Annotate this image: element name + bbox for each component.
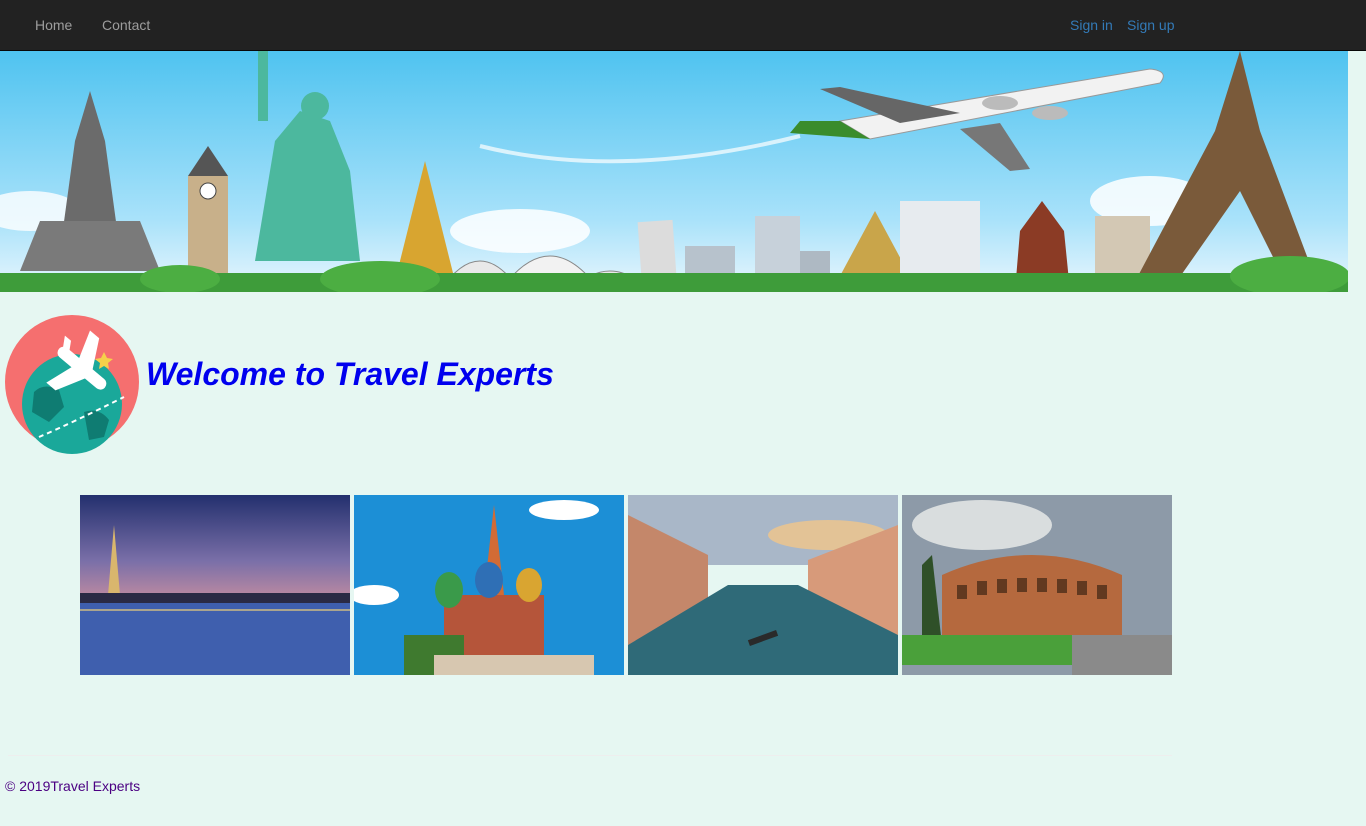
gallery-photo-moscow[interactable] — [354, 495, 624, 675]
footer-copyright: © 2019Travel Experts — [5, 778, 141, 794]
nav-sign-up-link[interactable]: Sign up — [1127, 0, 1174, 50]
nav-contact-link[interactable]: Contact — [102, 0, 150, 50]
page-title: Welcome to Travel Experts — [146, 356, 554, 392]
top-navbar: Home Contact Sign in Sign up — [0, 0, 1366, 51]
gallery-photo-rome[interactable] — [902, 495, 1172, 675]
nav-home-link[interactable]: Home — [35, 0, 72, 50]
gallery-photo-venice[interactable] — [628, 495, 898, 675]
globe-airplane-logo — [4, 312, 141, 455]
landmarks-banner-image — [0, 51, 1348, 292]
gallery-photo-paris[interactable] — [80, 495, 350, 675]
nav-sign-in-link[interactable]: Sign in — [1070, 0, 1113, 50]
footer-divider — [8, 755, 1172, 756]
